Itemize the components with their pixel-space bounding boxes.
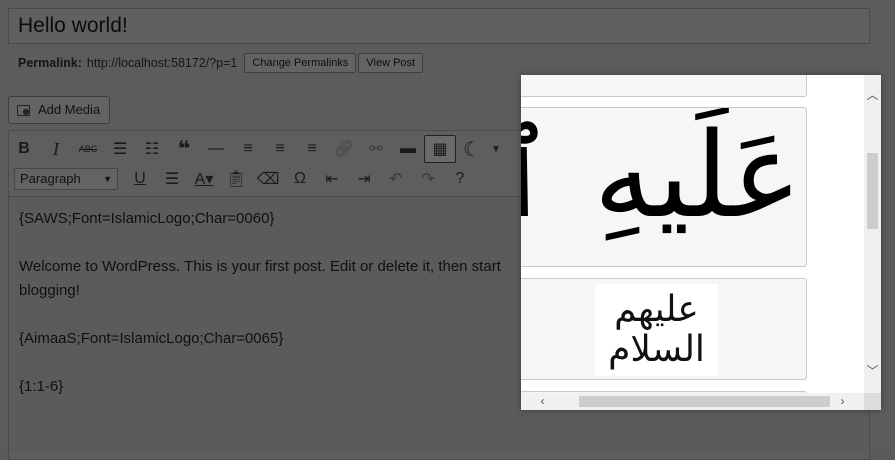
underline-icon[interactable]: U <box>124 165 156 193</box>
editor-content[interactable]: {SAWS;Font=IslamicLogo;Char=0060} Welcom… <box>19 207 519 423</box>
numbered-list-icon[interactable]: ☷ <box>136 135 168 163</box>
strikethrough-icon[interactable]: ABC <box>72 135 104 163</box>
toolbar-toggle-icon[interactable]: ▦ <box>424 135 456 163</box>
redo-icon[interactable]: ↷ <box>412 165 444 193</box>
chevron-left-icon[interactable]: ‹ <box>534 393 551 410</box>
media-icon <box>17 103 33 117</box>
calligraphy-glyph: عَلَيهِ ٱلسَّلَامُ <box>521 107 802 244</box>
special-character-icon[interactable]: Ω <box>284 165 316 193</box>
view-post-button[interactable]: View Post <box>358 53 424 73</box>
blockquote-icon[interactable]: ❝ <box>168 135 200 163</box>
bold-icon[interactable]: B <box>8 135 40 163</box>
align-center-icon[interactable]: ≡ <box>264 135 296 163</box>
link-icon[interactable]: 🔗︎ <box>328 135 360 163</box>
glyph-picker-popup: عَلَيهِ ٱلسَّلَامُ عليهم السلام ︿ ﹀ ‹ › <box>521 75 881 410</box>
paste-as-text-icon[interactable]: 📋︎ <box>220 165 252 193</box>
glyph-card[interactable] <box>521 75 807 97</box>
glyph-card[interactable]: عليهم السلام <box>521 278 807 380</box>
vertical-scrollbar[interactable]: ︿ ﹀ <box>864 75 881 393</box>
undo-icon[interactable]: ↶ <box>380 165 412 193</box>
justify-icon[interactable]: ☰ <box>156 165 188 193</box>
chevron-down-icon[interactable]: ﹀ <box>864 363 881 380</box>
add-media-label: Add Media <box>38 102 101 117</box>
add-media-button[interactable]: Add Media <box>8 96 111 124</box>
italic-icon[interactable]: I <box>40 135 72 163</box>
scrollbar-corner <box>864 393 881 410</box>
chevron-up-icon[interactable]: ︿ <box>864 87 881 104</box>
glyph-list: عَلَيهِ ٱلسَّلَامُ عليهم السلام <box>521 75 864 393</box>
read-more-icon[interactable]: ▬ <box>392 135 424 163</box>
permalink-row: Permalink: http://localhost:58172/?p=1 C… <box>18 52 424 74</box>
outdent-icon[interactable]: ⇤ <box>316 165 348 193</box>
chevron-right-icon[interactable]: › <box>834 393 851 410</box>
format-select[interactable]: Paragraph <box>14 168 118 190</box>
help-icon[interactable]: ? <box>444 165 476 193</box>
content-line: Welcome to WordPress. This is your first… <box>19 258 501 299</box>
content-line: {1:1-6} <box>19 378 64 395</box>
text-color-icon[interactable]: A▾ <box>188 165 220 193</box>
vertical-scroll-thumb[interactable] <box>867 153 878 229</box>
horizontal-scrollbar[interactable]: ‹ › <box>521 393 864 410</box>
calligraphy-glyph-small: عليهم السلام <box>595 284 718 376</box>
crescent-icon[interactable]: ☾ <box>456 135 488 163</box>
permalink-label: Permalink: <box>18 56 82 70</box>
bullet-list-icon[interactable]: ☰ <box>104 135 136 163</box>
unlink-icon[interactable]: ⚯ <box>360 135 392 163</box>
align-left-icon[interactable]: ≡ <box>232 135 264 163</box>
horizontal-scroll-thumb[interactable] <box>579 396 830 407</box>
toolbar-row-2: Paragraph U ☰ A▾ 📋︎ ⌫ Ω ⇤ ⇥ ↶ ↷ ? <box>8 164 528 194</box>
content-line: {SAWS;Font=IslamicLogo;Char=0060} <box>19 210 275 227</box>
toolbar-row-1: B I ABC ☰ ☷ ❝ — ≡ ≡ ≡ 🔗︎ ⚯ ▬ ▦ ☾ ▼ <box>8 134 528 164</box>
glyph-card[interactable]: عَلَيهِ ٱلسَّلَامُ <box>521 107 807 267</box>
horizontal-line-icon[interactable]: — <box>200 135 232 163</box>
permalink-url[interactable]: http://localhost:58172/?p=1 <box>87 52 237 74</box>
indent-icon[interactable]: ⇥ <box>348 165 380 193</box>
dropdown-icon[interactable]: ▼ <box>488 135 504 163</box>
change-permalinks-button[interactable]: Change Permalinks <box>244 53 357 73</box>
content-line: {AimaaS;Font=IslamicLogo;Char=0065} <box>19 330 284 347</box>
align-right-icon[interactable]: ≡ <box>296 135 328 163</box>
post-title-input[interactable]: Hello world! <box>8 8 870 44</box>
clear-formatting-icon[interactable]: ⌫ <box>252 165 284 193</box>
